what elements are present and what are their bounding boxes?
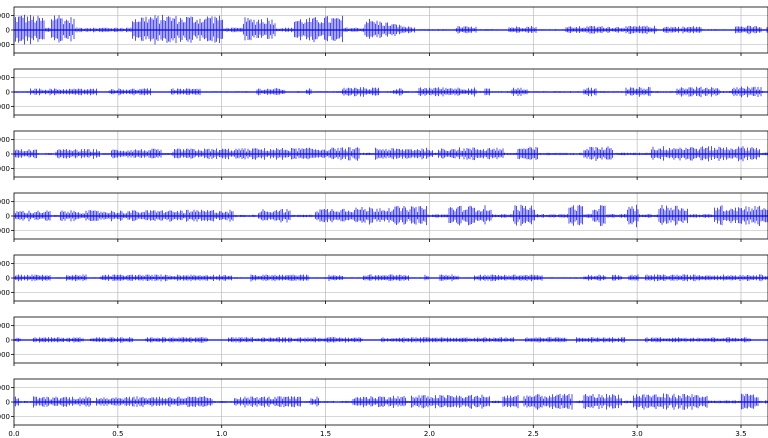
x-tick-label: 2.5 xyxy=(528,430,539,438)
y-tick-label: 0 xyxy=(6,337,10,345)
y-tick-label: 000 xyxy=(0,198,10,206)
y-tick-label: 0 xyxy=(6,27,10,35)
y-tick-label: 0 xyxy=(6,399,10,407)
multi-panel-waveform-chart: 0000000000000000000000000000000000000000… xyxy=(0,6,768,438)
x-tick-label: 1.0 xyxy=(216,430,227,438)
panel-5: 0000000 xyxy=(0,254,768,304)
panel-6: 0000000 xyxy=(0,316,768,366)
y-tick-label: 000 xyxy=(0,384,10,392)
y-tick-label: 0 xyxy=(6,213,10,221)
x-tick-label: 3.5 xyxy=(735,430,746,438)
y-tick-label: 000 xyxy=(0,289,10,297)
waveform-series xyxy=(13,146,768,162)
y-tick-label: 000 xyxy=(0,351,10,359)
waveform-series xyxy=(13,14,768,45)
panel-3: 0000000 xyxy=(0,130,768,180)
x-tick-label: 1.5 xyxy=(320,430,331,438)
y-tick-label: 000 xyxy=(0,12,10,20)
y-tick-label: 000 xyxy=(0,260,10,268)
y-tick-label: 000 xyxy=(0,413,10,421)
waveform-series xyxy=(13,337,768,343)
x-tick-label: 3.0 xyxy=(632,430,643,438)
y-tick-label: 0 xyxy=(6,89,10,97)
y-tick-label: 000 xyxy=(0,136,10,144)
y-tick-label: 000 xyxy=(0,41,10,49)
y-tick-label: 0 xyxy=(6,275,10,283)
x-tick-label: 0.0 xyxy=(8,430,19,438)
y-tick-label: 000 xyxy=(0,165,10,173)
y-tick-label: 000 xyxy=(0,103,10,111)
y-tick-label: 000 xyxy=(0,74,10,82)
y-tick-label: 000 xyxy=(0,227,10,235)
panel-7: 00000000.00.51.01.52.02.53.03.5 xyxy=(0,378,768,438)
panel-2: 0000000 xyxy=(0,68,768,118)
waveform-series xyxy=(13,86,768,98)
waveform-series xyxy=(13,393,768,410)
panel-4: 0000000 xyxy=(0,192,768,242)
y-tick-label: 000 xyxy=(0,322,10,330)
panel-1: 0000000 xyxy=(0,6,768,56)
waveform-series xyxy=(13,274,768,282)
x-tick-label: 2.0 xyxy=(424,430,435,438)
x-tick-label: 0.5 xyxy=(112,430,123,438)
y-tick-label: 0 xyxy=(6,151,10,159)
waveform-series xyxy=(13,204,768,228)
